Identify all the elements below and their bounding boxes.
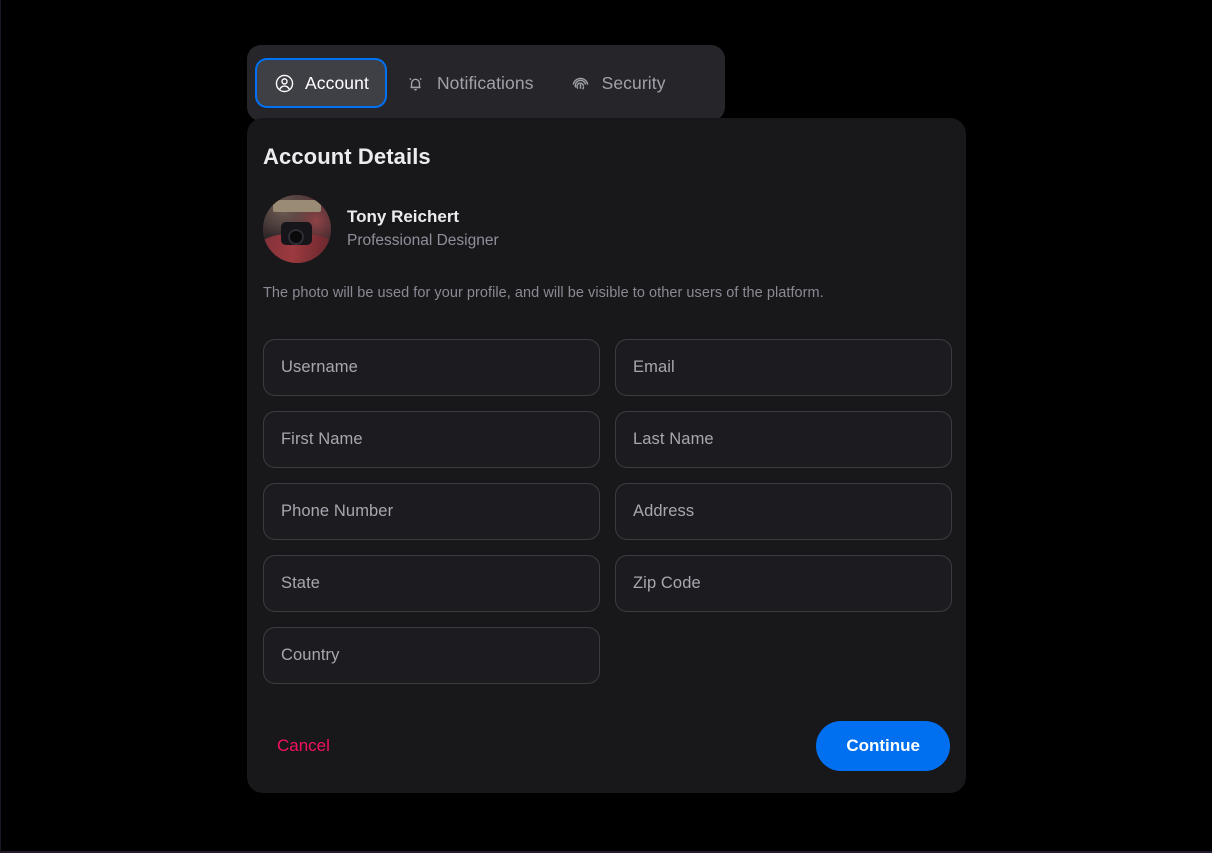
settings-tab-bar: Account Notifications Security (247, 45, 725, 121)
field-phone-number[interactable]: Phone Number (263, 483, 600, 540)
fingerprint-icon (570, 72, 592, 94)
field-email-placeholder: Email (633, 358, 675, 376)
tab-notifications-label: Notifications (436, 72, 534, 93)
tab-account[interactable]: Account (257, 60, 385, 106)
field-zip-code-placeholder: Zip Code (633, 574, 701, 592)
account-form: Username Email First Name Last Name Phon… (263, 339, 952, 684)
user-circle-icon (273, 72, 295, 94)
profile-name: Tony Reichert (347, 207, 460, 227)
app-viewport: Account Notifications Security Account D… (0, 0, 1212, 853)
field-zip-code[interactable]: Zip Code (615, 555, 952, 612)
account-details-card: Account Details Tony Reichert Profession… (247, 118, 966, 793)
field-address-placeholder: Address (633, 502, 695, 520)
field-phone-number-placeholder: Phone Number (281, 502, 394, 520)
field-last-name-placeholder: Last Name (633, 430, 714, 448)
field-country[interactable]: Country (263, 627, 600, 684)
field-first-name-placeholder: First Name (281, 430, 363, 448)
field-state-placeholder: State (281, 574, 321, 592)
cancel-button[interactable]: Cancel (263, 728, 344, 764)
field-last-name[interactable]: Last Name (615, 411, 952, 468)
field-username-placeholder: Username (281, 358, 358, 376)
tab-account-label: Account (305, 72, 369, 93)
field-email[interactable]: Email (615, 339, 952, 396)
photo-note: The photo will be used for your profile,… (263, 285, 824, 301)
continue-button[interactable]: Continue (816, 721, 950, 771)
profile-role: Professional Designer (347, 232, 499, 250)
tab-security-label: Security (601, 72, 666, 93)
field-address[interactable]: Address (615, 483, 952, 540)
profile-row: Tony Reichert Professional Designer (263, 195, 950, 263)
field-username[interactable]: Username (263, 339, 600, 396)
tab-notifications[interactable]: Notifications (389, 60, 550, 106)
avatar[interactable] (263, 195, 331, 263)
tab-security[interactable]: Security (554, 60, 682, 106)
field-first-name[interactable]: First Name (263, 411, 600, 468)
page-title: Account Details (263, 144, 431, 169)
card-footer: Cancel Continue (263, 721, 950, 771)
profile-text: Tony Reichert Professional Designer (347, 206, 499, 252)
bell-icon (405, 72, 427, 94)
field-state[interactable]: State (263, 555, 600, 612)
field-country-placeholder: Country (281, 646, 340, 664)
